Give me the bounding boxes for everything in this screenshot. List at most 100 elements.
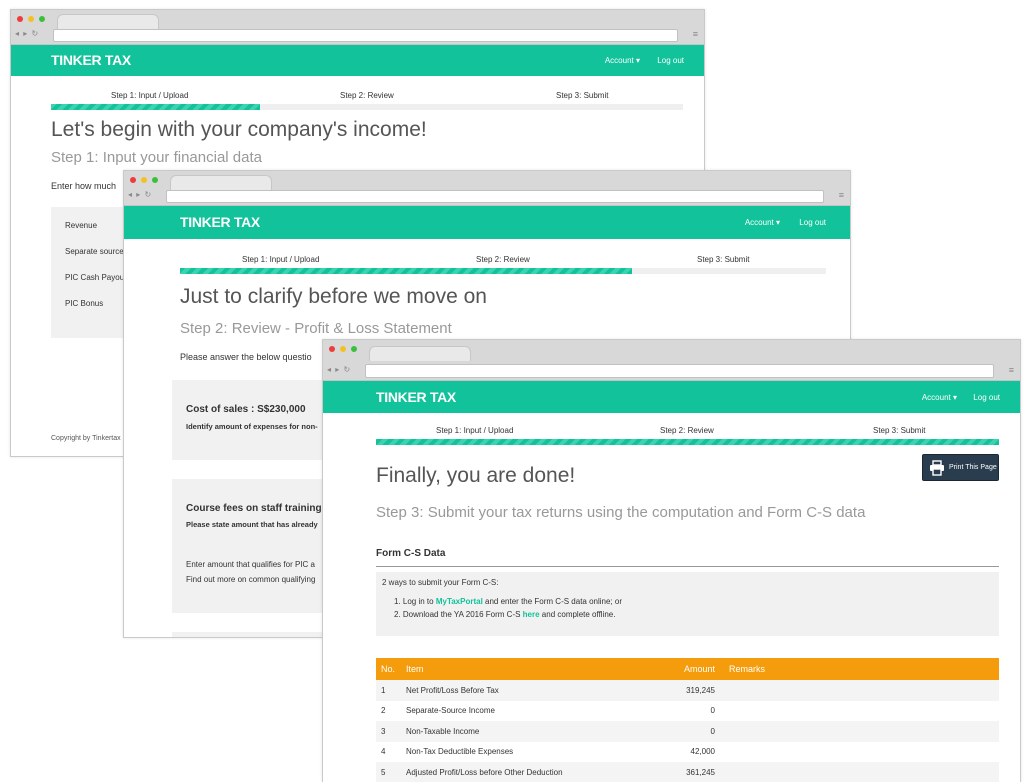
back-forward-reload-icon[interactable]: ◂ ▸ ↻: [128, 190, 152, 199]
hamburger-menu-icon[interactable]: ≡: [1009, 365, 1014, 375]
step-2-label: Step 2: Review: [340, 91, 394, 100]
browser-window-step3: ◂ ▸ ↻ ≡ TINKER TAX Account ▾ Log out Ste…: [322, 339, 1021, 782]
course-fees-note: Please state amount that has already: [186, 520, 318, 529]
account-label: Account: [921, 393, 951, 402]
col-no: No.: [376, 658, 401, 680]
course-fees-heading: Course fees on staff training : S: [186, 503, 338, 514]
copyright: Copyright by Tinkertax: [51, 435, 121, 442]
page-title: Just to clarify before we move on: [180, 285, 487, 308]
minimize-dot-icon[interactable]: [141, 177, 147, 183]
download-form-link[interactable]: here: [523, 610, 540, 619]
option-1-text: Log in to: [402, 597, 436, 606]
form-cs-table: No. Item Amount Remarks 1 Net Profit/Loss…: [376, 658, 999, 782]
progress-track: [51, 104, 683, 110]
hamburger-menu-icon[interactable]: ≡: [693, 29, 698, 39]
mytaxportal-link[interactable]: MyTaxPortal: [436, 597, 483, 606]
qualifying-info-link[interactable]: Find out more on common qualifying: [186, 575, 315, 584]
close-dot-icon[interactable]: [329, 346, 335, 352]
step-3-label: Step 3: Submit: [556, 91, 609, 100]
submission-info-box: 2 ways to submit your Form C-S: 1. Log i…: [376, 572, 999, 636]
row-item: Adjusted Profit/Loss before Other Deduct…: [401, 762, 630, 782]
step-progress: Step 1: Input / Upload Step 2: Review St…: [376, 426, 999, 446]
intro-text: Enter how much: [51, 181, 117, 191]
step-2-label: Step 2: Review: [660, 426, 714, 435]
step-progress: Step 1: Input / Upload Step 2: Review St…: [51, 91, 683, 111]
row-remarks: [724, 742, 999, 763]
back-forward-reload-icon[interactable]: ◂ ▸ ↻: [327, 365, 351, 374]
print-button-label: Print This Page: [949, 464, 997, 471]
print-page-button[interactable]: Print This Page: [922, 454, 999, 481]
pic-cash-payout-label: PIC Cash Payout: [65, 273, 127, 282]
row-item: Non-Taxable Income: [401, 721, 630, 742]
step-progress: Step 1: Input / Upload Step 2: Review St…: [180, 255, 826, 275]
row-item: Non-Tax Deductible Expenses: [406, 747, 514, 757]
page-subtitle: Step 2: Review - Profit & Loss Statement: [180, 320, 452, 337]
close-dot-icon[interactable]: [130, 177, 136, 183]
pic-bonus-label: PIC Bonus: [65, 299, 104, 308]
page-title: Finally, you are done!: [376, 464, 576, 487]
back-forward-reload-icon[interactable]: ◂ ▸ ↻: [15, 29, 39, 38]
option-1-text-end: and enter the Form C-S data online; or: [482, 597, 622, 606]
page-title: Let's begin with your company's income!: [51, 118, 427, 141]
table-row: 5 Adjusted Profit/Loss before Other Deduc…: [376, 762, 999, 782]
row-remarks: [724, 701, 999, 722]
printer-icon: [930, 459, 944, 476]
option-2-text-end: and complete offline.: [539, 610, 616, 619]
logout-link[interactable]: Log out: [657, 56, 684, 65]
course-fees-card: Course fees on staff training : S Please…: [172, 479, 337, 613]
minimize-dot-icon[interactable]: [28, 16, 34, 22]
address-bar[interactable]: [53, 29, 678, 42]
hamburger-menu-icon[interactable]: ≡: [839, 190, 844, 200]
app-header: TINKER TAX Account ▾ Log out: [11, 45, 704, 76]
caret-down-icon: ▾: [775, 218, 780, 227]
address-bar[interactable]: [166, 190, 824, 203]
separate-source-label: Separate source: [65, 247, 124, 256]
app-header: TINKER TAX Account ▾ Log out: [124, 206, 850, 239]
table-row: 4 Non-Tax Deductible Expenses 42,000: [376, 742, 999, 763]
window-controls: [130, 177, 158, 183]
table-row: 3 Non-Taxable Income 0: [376, 721, 999, 742]
window-controls: [329, 346, 357, 352]
minimize-dot-icon[interactable]: [340, 346, 346, 352]
row-remarks: [724, 721, 999, 742]
cost-of-sales-heading: Cost of sales : S$230,000: [186, 404, 306, 415]
browser-tab[interactable]: [57, 14, 159, 29]
logout-link[interactable]: Log out: [799, 218, 826, 227]
logout-link[interactable]: Log out: [973, 393, 1000, 402]
table-row: 1 Net Profit/Loss Before Tax 319,245: [376, 680, 999, 701]
brand-logo[interactable]: TINKER TAX: [180, 214, 260, 230]
row-no: 2: [381, 706, 386, 716]
window-controls: [17, 16, 45, 22]
option-2: 2. Download the YA 2016 Form C-S here an…: [394, 609, 615, 621]
browser-chrome: ◂ ▸ ↻ ≡: [11, 10, 704, 45]
page-subtitle: Step 3: Submit your tax returns using th…: [376, 504, 866, 521]
row-amount: 0: [630, 721, 724, 742]
table-row: 2 Separate-Source Income 0: [376, 701, 999, 722]
browser-tab[interactable]: [369, 346, 471, 361]
row-amount: 319,245: [630, 680, 724, 701]
account-menu[interactable]: Account ▾: [922, 393, 957, 402]
row-no: 5: [376, 762, 401, 782]
row-item: Net Profit/Loss Before Tax: [401, 680, 630, 701]
page-subtitle: Step 1: Input your financial data: [51, 149, 262, 166]
row-item: Separate-Source Income: [406, 706, 495, 716]
maximize-dot-icon[interactable]: [39, 16, 45, 22]
maximize-dot-icon[interactable]: [351, 346, 357, 352]
row-no: 3: [376, 721, 401, 742]
row-remarks: [724, 762, 999, 782]
address-bar[interactable]: [365, 364, 994, 378]
maximize-dot-icon[interactable]: [152, 177, 158, 183]
brand-logo[interactable]: TINKER TAX: [51, 52, 131, 68]
account-menu[interactable]: Account ▾: [745, 218, 780, 227]
revenue-label: Revenue: [65, 221, 98, 230]
close-dot-icon[interactable]: [17, 16, 23, 22]
option-2-text: Download the YA 2016 Form C-S: [402, 610, 523, 619]
account-menu[interactable]: Account ▾: [605, 56, 640, 65]
row-no: 4: [381, 747, 386, 757]
option-2-number: 2.: [394, 610, 401, 619]
col-amount: Amount: [630, 658, 724, 680]
intro-text: Please answer the below questio: [180, 352, 312, 362]
browser-tab[interactable]: [170, 175, 272, 190]
brand-logo[interactable]: TINKER TAX: [376, 389, 456, 405]
row-amount: 42,000: [690, 747, 715, 757]
